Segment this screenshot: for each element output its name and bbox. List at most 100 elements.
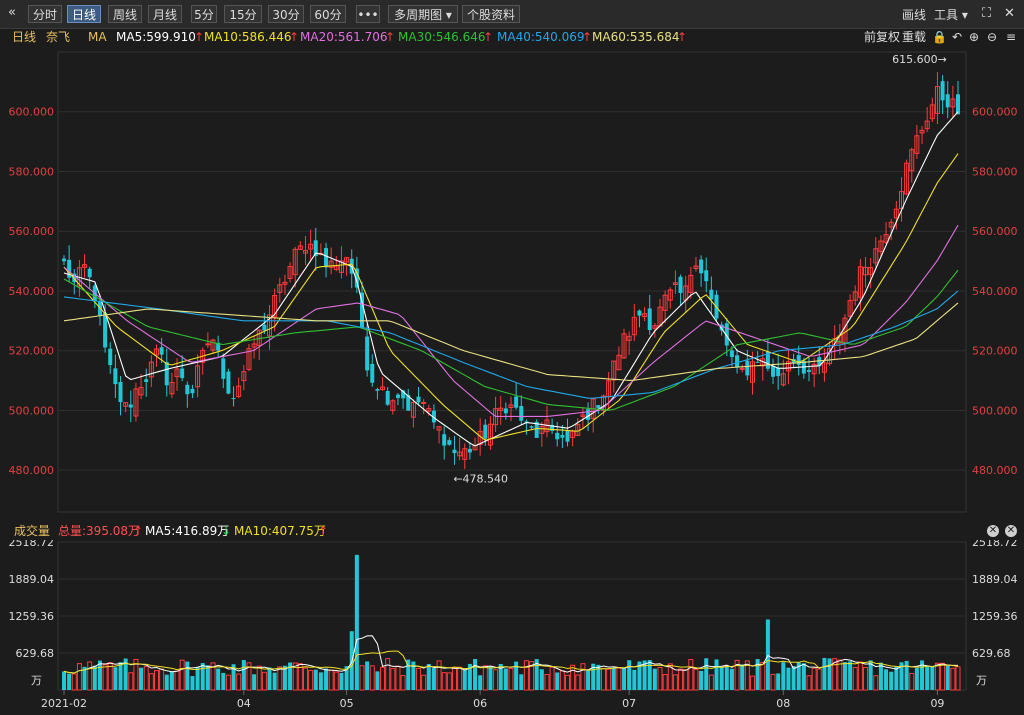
volume-bar <box>400 675 406 691</box>
candle-body <box>231 398 236 400</box>
volume-bar <box>842 662 847 690</box>
y-tick-label-right: 520.000 <box>972 345 1018 358</box>
volume-bar <box>139 667 144 690</box>
volume-bar <box>852 667 858 691</box>
tab-6[interactable]: 30分 <box>268 5 304 23</box>
volume-bar <box>225 674 231 691</box>
candle-body <box>519 405 524 421</box>
volume-ma5: MA5:416.89万 <box>145 524 230 538</box>
volume-bar <box>503 668 508 690</box>
close-volume-icon-2[interactable]: ✕ <box>1005 525 1017 537</box>
candle-body <box>221 358 226 379</box>
volume-bar <box>508 667 514 691</box>
candles <box>62 71 960 470</box>
volume-bar <box>914 667 919 690</box>
volume-bar <box>940 662 946 691</box>
volume-bar <box>354 554 359 690</box>
volume-bar <box>724 665 729 690</box>
volume-bar <box>143 665 149 691</box>
ma-legend-arrow-3: ↑ <box>483 30 494 44</box>
ma-line-ma40 <box>63 290 959 399</box>
volume-bar <box>950 667 956 691</box>
volume-tick-right: 629.68 <box>972 647 1011 660</box>
volume-bar <box>164 674 169 690</box>
volume-bar <box>801 663 806 690</box>
volume-bar <box>200 663 205 690</box>
volume-chart[interactable]: 629.68 629.68 1259.36 1259.36 1889.04 1889.04… <box>0 540 1024 715</box>
candle-body <box>375 388 380 391</box>
tab-10[interactable]: 个股资料 <box>462 5 520 23</box>
volume-bar <box>256 665 262 691</box>
volume-bar <box>719 667 724 690</box>
volume-bar <box>113 667 118 690</box>
tab-5[interactable]: 15分 <box>224 5 262 23</box>
add-icon[interactable]: ⊕ <box>969 28 979 46</box>
tab-7[interactable]: 60分 <box>310 5 346 23</box>
volume-bar <box>261 671 267 691</box>
draw-button[interactable]: 画线 <box>902 6 926 23</box>
lock-icon[interactable]: 🔒 <box>932 28 947 46</box>
y-tick-label-left: 540.000 <box>9 285 55 298</box>
volume-bar <box>451 666 457 691</box>
volume-bar <box>657 666 663 691</box>
tab-9[interactable]: 多周期图 ▾ <box>388 5 458 23</box>
volume-label: 成交量 <box>14 524 51 538</box>
close-volume-icon[interactable]: ✕ <box>987 525 999 537</box>
volume-bar <box>431 668 436 690</box>
volume-bar <box>216 668 221 690</box>
tab-1[interactable]: 日线 <box>67 5 101 23</box>
volume-bar <box>955 666 961 691</box>
reload-button[interactable]: 重载 <box>902 28 926 46</box>
candle-body <box>529 426 534 428</box>
ma-legend-arrow-4: ↑ <box>582 30 593 44</box>
volume-bar <box>426 664 431 690</box>
fullscreen-icon[interactable]: ⛶ <box>982 6 991 21</box>
candlestick-chart[interactable]: 480.000 480.000 500.000 500.000 520.000 520.0… <box>0 46 1024 518</box>
volume-bar <box>770 673 776 691</box>
ma-legend-item-2: MA20:561.706 <box>300 30 388 44</box>
menu-icon[interactable]: ≡ <box>1006 28 1016 46</box>
tab-3[interactable]: 月线 <box>148 5 182 23</box>
tools-button[interactable]: 工具 ▾ <box>934 6 968 23</box>
ma-legend-item-3: MA30:546.646 <box>398 30 486 44</box>
volume-bar <box>555 672 560 690</box>
volume-bar <box>493 669 499 691</box>
volume-bar <box>749 675 755 691</box>
volume-bar <box>195 667 200 690</box>
x-tick-label: 2021-02 <box>41 697 87 710</box>
volume-bar <box>118 662 123 690</box>
x-tick-label: 08 <box>776 697 790 710</box>
volume-bar <box>549 666 555 691</box>
tab-2[interactable]: 周线 <box>108 5 142 23</box>
undo-icon[interactable]: ↶ <box>952 28 962 46</box>
candle-body <box>205 343 211 346</box>
volume-bar <box>446 672 452 691</box>
candle-body <box>113 368 118 385</box>
close-icon[interactable]: ✕ <box>1004 6 1015 21</box>
candle-body <box>745 360 750 376</box>
volume-bar <box>909 673 915 691</box>
tab-4[interactable]: 5分 <box>191 5 217 23</box>
volume-bar <box>159 668 165 691</box>
volume-bar <box>277 666 283 691</box>
candle-body <box>678 276 683 294</box>
tab-8[interactable]: ••• <box>356 5 380 23</box>
candle-body <box>940 81 945 101</box>
tab-0[interactable]: 分时 <box>28 5 62 23</box>
adjust-button[interactable]: 前复权 <box>864 28 900 46</box>
remove-icon[interactable]: ⊖ <box>987 28 997 46</box>
volume-bar <box>390 668 396 691</box>
volume-total: 总量:395.08万 <box>58 524 141 538</box>
volume-bar <box>786 667 791 690</box>
volume-bar <box>714 659 719 690</box>
double-chevron-left-icon[interactable]: « <box>8 5 16 20</box>
volume-bar <box>708 674 714 691</box>
y-tick-label-right: 600.000 <box>972 106 1018 119</box>
volume-bar <box>662 674 668 691</box>
volume-bar <box>523 660 529 691</box>
volume-bar <box>740 664 745 690</box>
x-tick-label: 07 <box>622 697 636 710</box>
candle-body <box>647 308 652 331</box>
candle-body <box>467 448 472 453</box>
volume-bar <box>241 660 246 690</box>
